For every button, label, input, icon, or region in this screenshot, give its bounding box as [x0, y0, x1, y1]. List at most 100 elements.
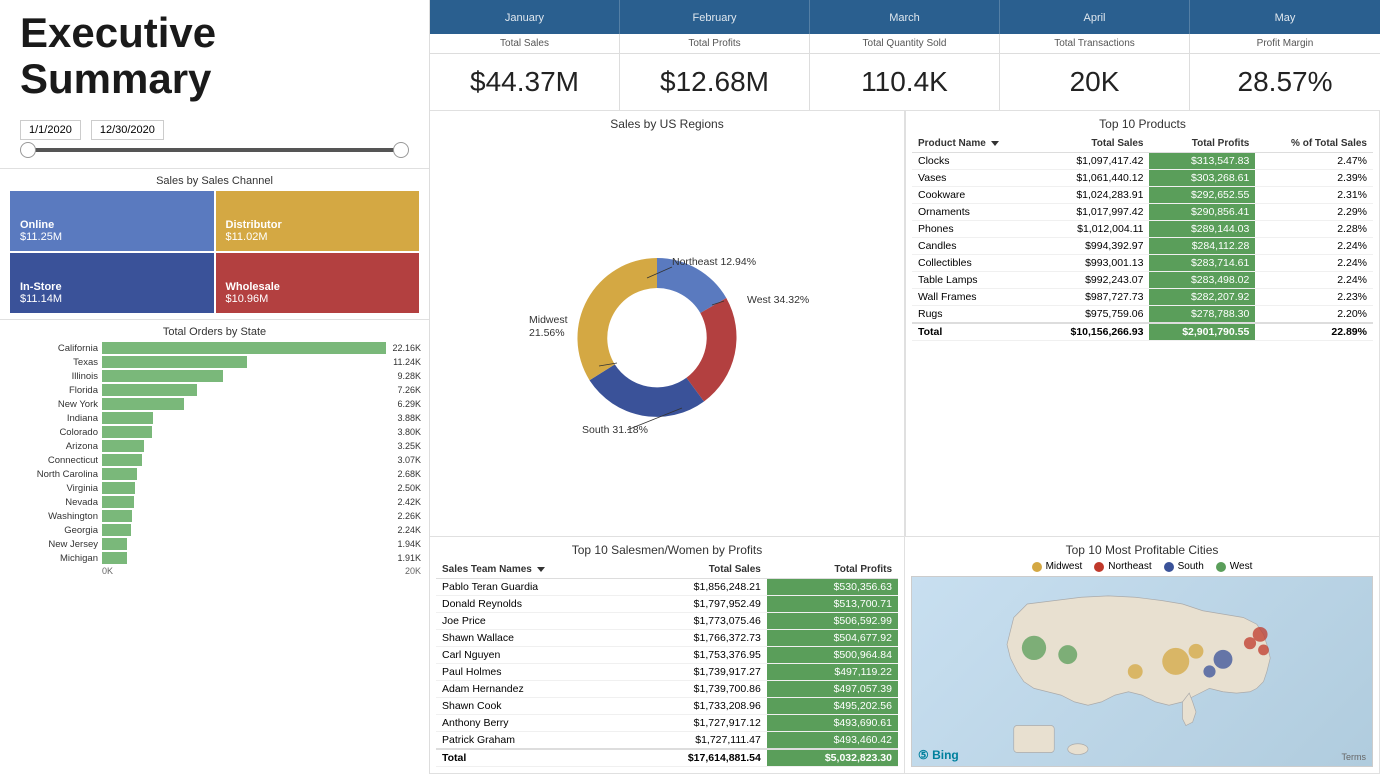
bar-row[interactable]: New Jersey 1.94K: [8, 538, 421, 550]
bar-row[interactable]: Nevada 2.42K: [8, 496, 421, 508]
bar-row[interactable]: New York 6.29K: [8, 398, 421, 410]
table-row[interactable]: Patrick Graham $1,727,111.47 $493,460.42: [436, 732, 898, 750]
tab-march-label: March: [818, 12, 991, 24]
table-row[interactable]: Candles $994,392.97 $284,112.28 2.24%: [912, 238, 1373, 255]
table-row[interactable]: Rugs $975,759.06 $278,788.30 2.20%: [912, 306, 1373, 324]
legend-dot-south: [1164, 562, 1174, 572]
products-total-row: Total$10,156,266.93$2,901,790.5522.89%: [912, 323, 1373, 341]
bar-container: [102, 412, 391, 424]
salesperson-sales: $1,733,208.96: [626, 698, 767, 715]
channel-instore[interactable]: In-Store $11.14M: [10, 253, 214, 313]
slider-thumb-right[interactable]: [393, 142, 409, 158]
salesperson-name: Paul Holmes: [436, 664, 626, 681]
cities-section: Top 10 Most Profitable Cities Midwest No…: [905, 537, 1380, 774]
tab-april[interactable]: April: [1000, 0, 1190, 34]
bar-row[interactable]: Michigan 1.91K: [8, 552, 421, 564]
bar-fill: [102, 552, 127, 564]
products-table-body: Clocks $1,097,417.42 $313,547.83 2.47% V…: [912, 153, 1373, 341]
west-label: West 34.32%: [747, 294, 809, 306]
legend-label-south: South: [1178, 561, 1204, 572]
bar-rows: California 22.16K Texas 11.24K Illinois …: [8, 342, 421, 564]
bar-row[interactable]: Florida 7.26K: [8, 384, 421, 396]
table-row[interactable]: Adam Hernandez $1,739,700.86 $497,057.39: [436, 681, 898, 698]
table-row[interactable]: Joe Price $1,773,075.46 $506,592.99: [436, 613, 898, 630]
bar-row[interactable]: California 22.16K: [8, 342, 421, 354]
table-row[interactable]: Collectibles $993,001.13 $283,714.61 2.2…: [912, 255, 1373, 272]
channel-wholesale[interactable]: Wholesale $10.96M: [216, 253, 420, 313]
sort-arrow-sales: [537, 567, 545, 572]
bar-value: 2.50K: [397, 483, 421, 493]
table-row[interactable]: Anthony Berry $1,727,917.12 $493,690.61: [436, 715, 898, 732]
tab-march[interactable]: March: [810, 0, 1000, 34]
bar-row[interactable]: Connecticut 3.07K: [8, 454, 421, 466]
dashboard: Executive Summary 1/1/2020 12/30/2020 Sa…: [0, 0, 1380, 774]
segment-midwest[interactable]: [590, 364, 705, 417]
segment-northeast[interactable]: [577, 258, 657, 380]
table-row[interactable]: Donald Reynolds $1,797,952.49 $513,700.7…: [436, 596, 898, 613]
date-start[interactable]: 1/1/2020: [20, 120, 81, 140]
col-pct-sales[interactable]: % of Total Sales: [1255, 135, 1373, 153]
product-pct: 2.24%: [1255, 255, 1373, 272]
col-sales-total[interactable]: Total Sales: [626, 561, 767, 579]
table-row[interactable]: Shawn Cook $1,733,208.96 $495,202.56: [436, 698, 898, 715]
bubble-south-1: [1203, 665, 1215, 677]
col-product-name[interactable]: Product Name: [912, 135, 1036, 153]
bar-row[interactable]: Virginia 2.50K: [8, 482, 421, 494]
donut-section: Sales by US Regions: [430, 110, 905, 537]
bar-fill: [102, 482, 135, 494]
table-row[interactable]: Wall Frames $987,727.73 $282,207.92 2.23…: [912, 289, 1373, 306]
table-row[interactable]: Pablo Teran Guardia $1,856,248.21 $530,3…: [436, 579, 898, 596]
bar-row[interactable]: North Carolina 2.68K: [8, 468, 421, 480]
date-slider[interactable]: [28, 148, 401, 152]
tab-february[interactable]: February: [620, 0, 810, 34]
right-panel: January February March April May Total S…: [430, 0, 1380, 774]
bar-row[interactable]: Texas 11.24K: [8, 356, 421, 368]
col-sales-name[interactable]: Sales Team Names: [436, 561, 626, 579]
table-row[interactable]: Cookware $1,024,283.91 $292,652.55 2.31%: [912, 187, 1373, 204]
map-container: ⑤ Bing Terms: [911, 576, 1373, 767]
table-row[interactable]: Vases $1,061,440.12 $303,268.61 2.39%: [912, 170, 1373, 187]
product-name: Vases: [912, 170, 1036, 187]
bubble-west-1: [1022, 636, 1046, 660]
bar-chart-inner[interactable]: California 22.16K Texas 11.24K Illinois …: [8, 342, 421, 564]
table-row[interactable]: Carl Nguyen $1,753,376.95 $500,964.84: [436, 647, 898, 664]
channel-distributor[interactable]: Distributor $11.02M: [216, 191, 420, 251]
bar-fill: [102, 370, 223, 382]
tab-may[interactable]: May: [1190, 0, 1380, 34]
donut-wrapper: West 34.32% Midwest 21.56% South 31.18% …: [436, 135, 898, 530]
tab-january[interactable]: January: [430, 0, 620, 34]
table-row[interactable]: Shawn Wallace $1,766,372.73 $504,677.92: [436, 630, 898, 647]
slider-thumb-left[interactable]: [20, 142, 36, 158]
date-end[interactable]: 12/30/2020: [91, 120, 164, 140]
cities-title: Top 10 Most Profitable Cities: [911, 543, 1373, 557]
tab-february-label: February: [628, 12, 801, 24]
slider-fill: [28, 148, 401, 152]
channel-online[interactable]: Online $11.25M: [10, 191, 214, 251]
table-row[interactable]: Phones $1,012,004.11 $289,144.03 2.28%: [912, 221, 1373, 238]
tab-may-label: May: [1198, 12, 1372, 24]
bar-state-label: California: [8, 343, 98, 354]
bar-row[interactable]: Arizona 3.25K: [8, 440, 421, 452]
bubble-midwest-1: [1128, 664, 1143, 679]
product-profits: $292,652.55: [1149, 187, 1255, 204]
bar-container: [102, 538, 391, 550]
product-name: Clocks: [912, 153, 1036, 170]
bar-row[interactable]: Georgia 2.24K: [8, 524, 421, 536]
bar-row[interactable]: Illinois 9.28K: [8, 370, 421, 382]
col-sales-profits[interactable]: Total Profits: [767, 561, 898, 579]
salesperson-sales: $1,727,917.12: [626, 715, 767, 732]
bar-row[interactable]: Washington 2.26K: [8, 510, 421, 522]
middle-row: Sales by US Regions: [430, 110, 1380, 537]
bar-value: 11.24K: [393, 357, 421, 367]
col-total-sales[interactable]: Total Sales: [1036, 135, 1150, 153]
col-total-profits[interactable]: Total Profits: [1149, 135, 1255, 153]
bar-row[interactable]: Indiana 3.88K: [8, 412, 421, 424]
channel-instore-value: $11.14M: [20, 293, 204, 305]
bar-row[interactable]: Colorado 3.80K: [8, 426, 421, 438]
bar-container: [102, 454, 391, 466]
segment-south[interactable]: [686, 298, 736, 402]
table-row[interactable]: Paul Holmes $1,739,917.27 $497,119.22: [436, 664, 898, 681]
table-row[interactable]: Ornaments $1,017,997.42 $290,856.41 2.29…: [912, 204, 1373, 221]
table-row[interactable]: Table Lamps $992,243.07 $283,498.02 2.24…: [912, 272, 1373, 289]
table-row[interactable]: Clocks $1,097,417.42 $313,547.83 2.47%: [912, 153, 1373, 170]
